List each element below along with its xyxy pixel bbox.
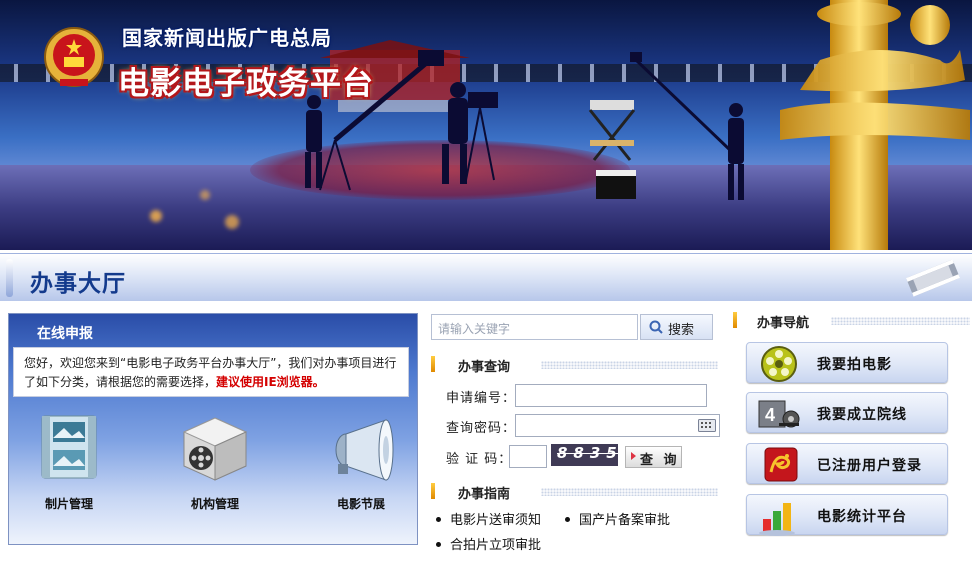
captcha-label: 验 证 码：: [446, 452, 513, 467]
app-number-input[interactable]: [515, 384, 707, 407]
film-strip-icon: [906, 259, 960, 297]
header-banner: 国家新闻出版广电总局 电影电子政务平台: [0, 0, 972, 250]
section-bar: [431, 356, 435, 372]
nav-registered-login-button[interactable]: 已注册用户登录: [746, 443, 948, 484]
header-accent: [6, 259, 13, 297]
query-submit-label: 查 询: [640, 453, 680, 468]
nav-button-label: 已注册用户登录: [817, 458, 922, 474]
guide-link-label: 合拍片立项审批: [450, 538, 542, 553]
bullet-icon: [436, 542, 441, 547]
dotted-divider: [831, 317, 970, 325]
query-section-title: 办事查询: [458, 360, 511, 375]
query-submit-button[interactable]: 查 询: [625, 446, 682, 468]
online-filing-panel: 在线申报 您好，欢迎您来到“电影电子政务平台办事大厅”，我们对办事项目进行了如下…: [8, 313, 418, 545]
service-film-festival[interactable]: 电影节展: [301, 409, 421, 519]
service-organization-management[interactable]: 机构管理: [155, 409, 275, 519]
nav-film-statistics-button[interactable]: 电影统计平台: [746, 494, 948, 536]
keyboard-icon[interactable]: [698, 419, 716, 432]
guide-section-header: 办事指南: [431, 481, 718, 502]
search-input[interactable]: 请输入关键字: [431, 314, 638, 340]
nav-section-header: 办事导航: [733, 310, 970, 331]
section-bar: [431, 483, 435, 499]
section-bar: [733, 312, 737, 328]
light-dot-decoration: [225, 215, 239, 229]
arrow-right-icon: [631, 452, 636, 460]
film-projector-icon: 4: [758, 400, 800, 428]
dotted-divider: [541, 361, 718, 369]
service-label: 制片管理: [44, 497, 93, 511]
light-dot-decoration: [200, 190, 210, 200]
org-name: 国家新闻出版广电总局: [122, 26, 332, 50]
dragon-icon: [764, 447, 798, 482]
film-frames-icon: [41, 415, 97, 479]
guide-section-title: 办事指南: [458, 487, 511, 502]
app-number-label: 申请编号：: [446, 391, 517, 406]
huabiao-column-illustration: [780, 0, 970, 250]
dotted-divider: [541, 488, 718, 496]
welcome-text: 您好，欢迎您来到“电影电子政务平台办事大厅”，我们对办事项目进行了如下分类，请根…: [24, 356, 397, 389]
nav-button-label: 电影统计平台: [817, 509, 907, 525]
hall-title: 办事大厅: [30, 271, 126, 297]
service-production-management[interactable]: 制片管理: [9, 409, 129, 519]
captcha-image[interactable]: 8835: [551, 444, 618, 466]
light-dot-decoration: [150, 210, 162, 222]
nav-establish-circuit-button[interactable]: 4 我要成立院线: [746, 392, 948, 433]
national-emblem-icon: [44, 27, 104, 87]
welcome-message: 您好，欢迎您来到“电影电子政务平台办事大厅”，我们对办事项目进行了如下分类，请根…: [13, 347, 409, 397]
site-title: 电影电子政务平台: [118, 66, 374, 102]
service-label: 机构管理: [190, 497, 239, 511]
online-filing-title: 在线申报: [37, 326, 93, 342]
bullet-icon: [436, 517, 441, 522]
nav-section-title: 办事导航: [757, 316, 810, 331]
query-section-header: 办事查询: [431, 354, 718, 375]
film-cube-icon: [182, 417, 248, 481]
guide-link-label: 电影片送审须知: [450, 513, 542, 528]
password-input[interactable]: [515, 414, 720, 437]
megaphone-icon: [335, 419, 394, 481]
guide-link[interactable]: 国产片备案审批: [565, 509, 670, 528]
svg-text:4: 4: [765, 405, 775, 425]
bullet-icon: [565, 517, 570, 522]
nav-button-label: 我要拍电影: [817, 357, 892, 373]
search-button[interactable]: 搜索: [640, 314, 713, 340]
hall-header: 办事大厅: [0, 253, 972, 301]
guide-link[interactable]: 电影片送审须知: [436, 509, 541, 528]
nav-button-label: 我要成立院线: [817, 407, 907, 423]
browser-tip: 建议使用IE浏览器。: [216, 375, 325, 389]
bar-chart-icon: [759, 503, 795, 536]
search-icon: [649, 320, 663, 334]
nav-make-film-button[interactable]: 我要拍电影: [746, 342, 948, 383]
guide-link[interactable]: 合拍片立项审批: [436, 534, 541, 553]
password-label: 查询密码：: [446, 421, 517, 436]
captcha-input[interactable]: [509, 445, 547, 468]
film-reel-icon: [761, 346, 797, 382]
guide-link-label: 国产片备案审批: [579, 513, 671, 528]
search-button-label: 搜索: [668, 323, 695, 338]
service-label: 电影节展: [336, 497, 385, 511]
